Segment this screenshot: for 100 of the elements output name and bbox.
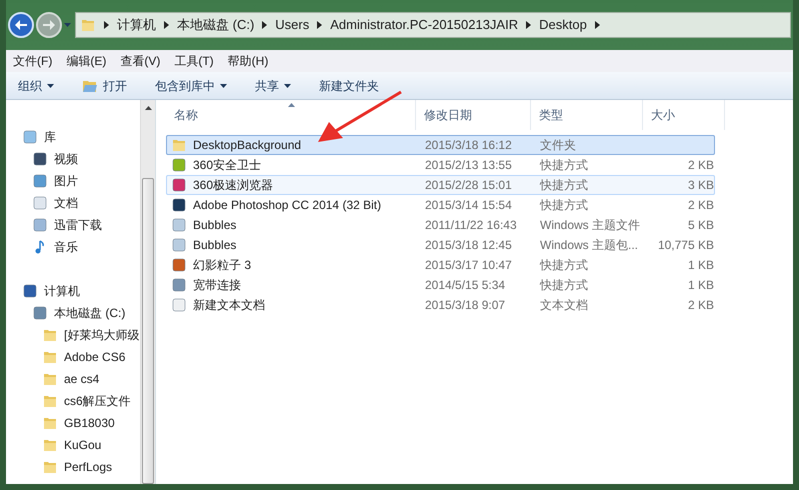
breadcrumb[interactable]: 本地磁盘 (C:) [177, 15, 254, 35]
folder-icon [42, 459, 58, 475]
chevron-icon [317, 21, 322, 29]
chevron-icon [104, 21, 109, 29]
file-name: DesktopBackground [193, 137, 302, 154]
file-type: 快捷方式 [538, 277, 589, 294]
folder-open-icon [82, 78, 98, 92]
file-row[interactable]: 幻影粒子 3 2015/3/17 10:47 快捷方式 1 KB [166, 255, 715, 275]
folder-icon [80, 17, 96, 33]
file-row[interactable]: 新建文本文档 2015/3/18 9:07 文本文档 2 KB [166, 295, 715, 315]
nav-item[interactable]: 视频 [6, 148, 140, 170]
toolbar-button[interactable]: 共享 [247, 74, 299, 98]
folder-icon [42, 437, 58, 453]
modified-date: 2015/2/13 13:55 [424, 157, 513, 174]
nav-item[interactable]: [好莱坞大师级 [6, 324, 140, 346]
modified-date: 2015/3/18 16:12 [424, 137, 513, 154]
menu-item[interactable]: 查看(V) [115, 52, 166, 70]
nav-item[interactable]: GB18030 [6, 412, 140, 434]
folder-icon [42, 327, 58, 343]
menu-item[interactable]: 工具(T) [169, 52, 219, 70]
folder-icon [42, 415, 58, 431]
file-name: 幻影粒子 3 [193, 257, 252, 274]
nav-item[interactable]: 图片 [6, 170, 140, 192]
file-size: 1 KB [688, 258, 714, 272]
nav-item[interactable]: ae cs4 [6, 368, 140, 390]
file-row[interactable]: Bubbles 2011/11/22 16:43 Windows 主题文件 5 KB [166, 215, 715, 235]
file-row[interactable]: DesktopBackground 2015/3/18 16:12 文件夹 [166, 135, 715, 155]
column-header[interactable]: 大小 [643, 100, 725, 130]
file-row[interactable]: Bubbles 2015/3/18 12:45 Windows 主题包... 10,775 KB [166, 235, 715, 255]
file-type: 快捷方式 [538, 177, 589, 194]
nav-item[interactable]: 文档 [6, 192, 140, 214]
modified-date: 2015/3/18 12:45 [424, 237, 513, 254]
toolbar-button[interactable]: 组织 [10, 74, 62, 98]
chevron-icon [262, 21, 268, 29]
scroll-up-icon [144, 106, 152, 110]
nav-item[interactable]: KuGou [6, 434, 140, 456]
modified-date: 2011/11/22 16:43 [424, 217, 518, 234]
nav-item[interactable]: 库 [6, 126, 140, 148]
menu-item[interactable]: 帮助(H) [222, 52, 274, 70]
nav-item[interactable]: cs6解压文件 [6, 390, 140, 412]
caret-icon [47, 84, 54, 88]
address-bar[interactable]: 计算机 本地磁盘 (C:) Users Administrator.PC-20150213JAIR Desktop [75, 12, 791, 38]
file-name: Bubbles [193, 237, 236, 254]
file-name: 360极速浏览器 [193, 177, 274, 194]
caret-icon [64, 23, 71, 27]
file-size: 2 KB [688, 298, 714, 312]
toolbar-button[interactable]: 打开 [74, 74, 135, 98]
file-type: 快捷方式 [538, 157, 589, 174]
nav-item[interactable]: 迅雷下载 [6, 214, 140, 236]
column-header[interactable]: 类型 [531, 100, 643, 130]
breadcrumb[interactable]: Users [275, 15, 310, 35]
chevron-icon [526, 21, 532, 29]
file-type: 快捷方式 [538, 257, 589, 274]
file-row[interactable]: 360安全卫士 2015/2/13 13:55 快捷方式 2 KB [166, 155, 715, 175]
nav-item[interactable]: 计算机 [6, 280, 140, 302]
file-row[interactable]: 360极速浏览器 2015/2/28 15:01 快捷方式 3 KB [166, 175, 715, 195]
modified-date: 2014/5/15 5:34 [424, 277, 506, 294]
forward-button[interactable] [36, 12, 62, 38]
folder-icon [42, 393, 58, 409]
nav-item[interactable]: PerfLogs [6, 456, 140, 478]
back-button[interactable] [8, 12, 34, 38]
file-type: 文本文档 [539, 297, 589, 314]
chevron-icon [594, 21, 600, 29]
caret-icon [284, 84, 291, 88]
breadcrumb[interactable]: Desktop [539, 15, 587, 35]
arrow-right-icon [43, 20, 55, 30]
file-size: 2 KB [688, 158, 714, 172]
file-size: 3 KB [688, 178, 714, 192]
toolbar-button[interactable]: 包含到库中 [147, 74, 235, 98]
breadcrumb[interactable]: 计算机 [117, 15, 156, 35]
menu-item[interactable]: 编辑(E) [61, 52, 112, 70]
nav-item[interactable]: Adobe CS6 [6, 346, 140, 368]
file-type: Windows 主题文件 [539, 217, 642, 234]
file-size: 1 KB [688, 278, 714, 292]
modified-date: 2015/2/28 15:01 [424, 177, 513, 194]
folder-icon [42, 349, 58, 365]
file-type: 文件夹 [539, 137, 577, 154]
modified-date: 2015/3/18 9:07 [424, 297, 506, 314]
file-size: 10,775 KB [658, 238, 714, 252]
file-size: 5 KB [688, 218, 714, 232]
file-name: 新建文本文档 [193, 297, 265, 314]
scrollbar-thumb[interactable] [142, 178, 154, 484]
file-row[interactable]: 宽带连接 2014/5/15 5:34 快捷方式 1 KB [166, 275, 715, 295]
menu-item[interactable]: 文件(F) [8, 52, 58, 70]
nav-item[interactable]: 本地磁盘 (C:) [6, 302, 140, 324]
toolbar-button[interactable]: 新建文件夹 [311, 74, 387, 98]
scrollbar[interactable] [140, 100, 155, 484]
file-name: 宽带连接 [193, 277, 241, 294]
folder-icon [171, 137, 187, 153]
file-size: 2 KB [688, 198, 714, 212]
file-name: Adobe Photoshop CC 2014 (32 Bit) [193, 197, 382, 214]
file-type: Windows 主题包... [539, 237, 640, 254]
modified-date: 2015/3/14 15:54 [424, 197, 513, 214]
arrow-left-icon [15, 20, 27, 30]
breadcrumb[interactable]: Administrator.PC-20150213JAIR [330, 15, 518, 35]
nav-item[interactable]: 音乐 [6, 236, 140, 258]
sort-arrow-icon [288, 103, 295, 107]
file-row[interactable]: Adobe Photoshop CC 2014 (32 Bit) 2015/3/14 15:54 快捷方式 2 KB [166, 195, 715, 215]
caret-icon [220, 84, 227, 88]
column-header[interactable]: 修改日期 [416, 100, 531, 130]
